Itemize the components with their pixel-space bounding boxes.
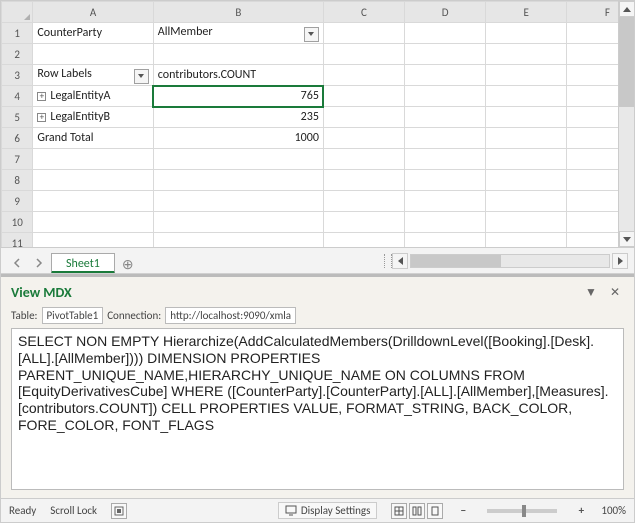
col-header-E[interactable]: E	[486, 2, 567, 23]
col-header-A[interactable]: A	[33, 2, 153, 23]
mdx-connection-label: Connection:	[107, 309, 161, 322]
status-bar: Ready Scroll Lock Display Settings − + 1…	[1, 498, 634, 522]
status-scroll-lock: Scroll Lock	[50, 504, 97, 517]
scroll-right-button[interactable]	[612, 253, 628, 269]
tab-splitter-icon[interactable]	[384, 254, 392, 268]
grand-total-label[interactable]: Grand Total	[33, 128, 153, 149]
sheet-tab[interactable]: Sheet1	[51, 253, 115, 274]
spreadsheet-grid[interactable]: A B C D E F G H 1 CounterParty AllMember…	[1, 1, 634, 274]
zoom-level[interactable]: 100%	[601, 504, 626, 517]
row-header-2[interactable]: 2	[2, 44, 33, 65]
scroll-left-button[interactable]	[392, 253, 408, 269]
page-break-view-icon[interactable]	[427, 503, 443, 519]
row-header-8[interactable]: 8	[2, 170, 33, 191]
row-header-10[interactable]: 10	[2, 212, 33, 233]
zoom-out-button[interactable]: −	[457, 505, 469, 517]
tab-nav-prev[interactable]	[7, 253, 27, 273]
pivot-row-1-value[interactable]: 235	[153, 107, 323, 128]
grand-total-value[interactable]: 1000	[153, 128, 323, 149]
col-header-D[interactable]: D	[405, 2, 486, 23]
mdx-table-label: Table:	[11, 309, 38, 322]
hscroll-thumb[interactable]	[411, 255, 501, 267]
row-header-7[interactable]: 7	[2, 149, 33, 170]
col-header-B[interactable]: B	[153, 2, 323, 23]
scroll-up-button[interactable]	[619, 1, 634, 17]
selected-cell-B4[interactable]: 765	[153, 86, 323, 107]
pivot-filter-value[interactable]: AllMember	[153, 23, 323, 44]
pivot-row-1[interactable]: +LegalEntityB	[33, 107, 153, 128]
vertical-scrollbar[interactable]	[618, 1, 634, 247]
row-labels-dropdown-icon[interactable]	[134, 69, 149, 84]
vscroll-track[interactable]	[619, 17, 634, 231]
view-mdx-pane: View MDX ▼ ✕ Table: PivotTable1 Connecti…	[1, 274, 634, 498]
pane-options-icon[interactable]: ▼	[582, 283, 600, 301]
select-all-corner[interactable]	[2, 2, 33, 23]
mdx-pane-title: View MDX	[11, 284, 576, 301]
row-header-1[interactable]: 1	[2, 23, 33, 44]
pivot-filter-label[interactable]: CounterParty	[33, 23, 153, 44]
expand-icon[interactable]: +	[37, 113, 46, 122]
row-labels-header[interactable]: Row Labels	[33, 65, 153, 86]
pane-close-icon[interactable]: ✕	[606, 283, 624, 301]
hscroll-track[interactable]	[410, 254, 610, 268]
scroll-down-button[interactable]	[619, 231, 634, 247]
pivot-row-0[interactable]: +LegalEntityA	[33, 86, 153, 107]
add-sheet-button[interactable]: ⊕	[117, 256, 139, 273]
vscroll-thumb[interactable]	[619, 17, 634, 107]
monitor-icon	[285, 505, 297, 517]
col-header-C[interactable]: C	[323, 2, 404, 23]
zoom-slider[interactable]	[487, 509, 557, 513]
mdx-connection-value: http://localhost:9090/xmla	[165, 307, 296, 324]
row-header-9[interactable]: 9	[2, 191, 33, 212]
mdx-table-value: PivotTable1	[42, 307, 104, 324]
tab-nav-next[interactable]	[29, 253, 49, 273]
page-layout-view-icon[interactable]	[409, 503, 425, 519]
row-header-6[interactable]: 6	[2, 128, 33, 149]
zoom-in-button[interactable]: +	[575, 505, 587, 517]
horizontal-scrollbar	[384, 248, 634, 273]
expand-icon[interactable]: +	[37, 92, 46, 101]
mdx-query-text[interactable]: SELECT NON EMPTY Hierarchize(AddCalculat…	[11, 328, 624, 490]
normal-view-icon[interactable]	[391, 503, 407, 519]
display-settings-button[interactable]: Display Settings	[278, 502, 378, 519]
row-header-5[interactable]: 5	[2, 107, 33, 128]
filter-dropdown-icon[interactable]	[304, 27, 319, 42]
worksheet-area: A B C D E F G H 1 CounterParty AllMember…	[1, 1, 634, 274]
value-header[interactable]: contributors.COUNT	[153, 65, 323, 86]
macro-record-icon[interactable]	[111, 503, 127, 519]
sheet-tab-strip: Sheet1 ⊕	[1, 247, 634, 273]
pivot-filter-value-text: AllMember	[158, 25, 213, 39]
row-header-4[interactable]: 4	[2, 86, 33, 107]
row-header-3[interactable]: 3	[2, 65, 33, 86]
status-ready: Ready	[9, 504, 36, 517]
